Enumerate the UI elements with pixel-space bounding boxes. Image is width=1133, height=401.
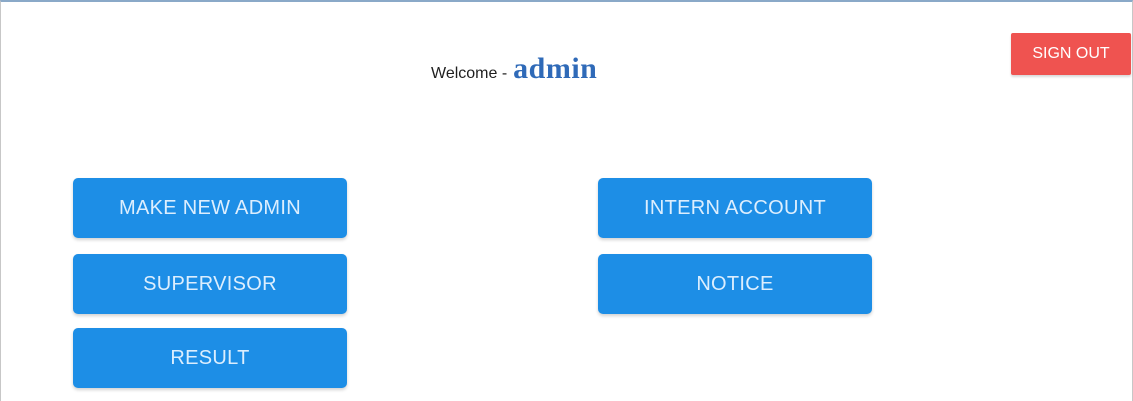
- welcome-label: Welcome -: [431, 65, 508, 82]
- intern-account-button[interactable]: INTERN ACCOUNT: [598, 178, 872, 238]
- result-button[interactable]: RESULT: [73, 328, 347, 388]
- make-new-admin-button[interactable]: MAKE NEW ADMIN: [73, 178, 347, 238]
- username: admin: [513, 52, 598, 85]
- sign-out-button[interactable]: SIGN OUT: [1011, 33, 1131, 75]
- dashboard-panel: Welcome - admin SIGN OUT MAKE NEW ADMIN …: [0, 0, 1133, 401]
- notice-button[interactable]: NOTICE: [598, 254, 872, 314]
- welcome-message: Welcome - admin: [431, 52, 597, 92]
- supervisor-button[interactable]: SUPERVISOR: [73, 254, 347, 314]
